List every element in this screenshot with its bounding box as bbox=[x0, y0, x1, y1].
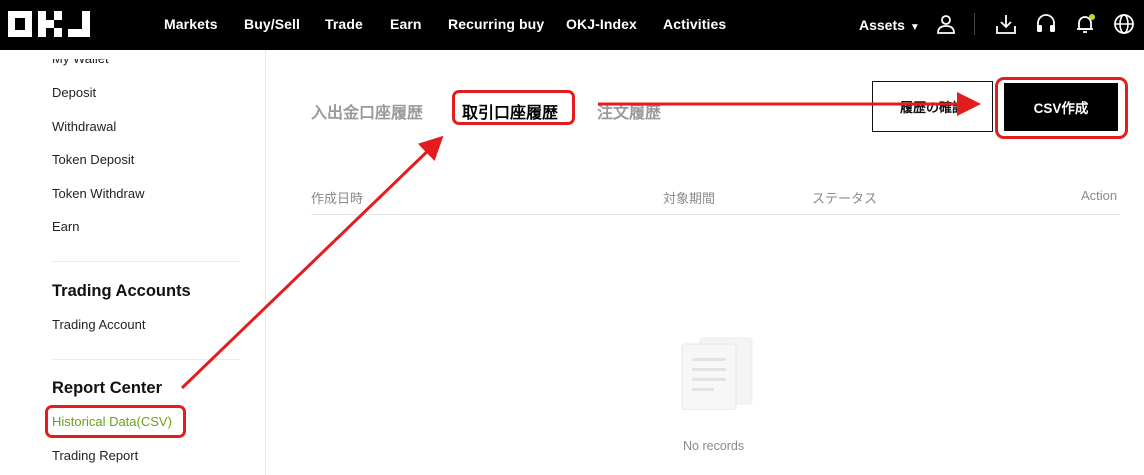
nav-activities[interactable]: Activities bbox=[663, 16, 726, 32]
sidebar-item-trading-account[interactable]: Trading Account bbox=[52, 317, 145, 332]
user-icon[interactable] bbox=[935, 13, 957, 35]
nav-buy-sell[interactable]: Buy/Sell bbox=[244, 16, 300, 32]
assets-dropdown[interactable]: Assets ▼ bbox=[859, 17, 920, 33]
column-header-target-period: 対象期間 bbox=[663, 191, 716, 206]
column-header-created-at: 作成日時 bbox=[311, 191, 364, 206]
empty-document-icon bbox=[681, 337, 753, 410]
sidebar-item-withdrawal[interactable]: Withdrawal bbox=[52, 119, 116, 134]
annotation-highlight-historical-data bbox=[45, 405, 186, 438]
annotation-highlight-csv-button bbox=[995, 77, 1128, 139]
assets-label: Assets bbox=[859, 17, 905, 33]
tab-order-history[interactable]: 注文履歴 bbox=[597, 99, 661, 123]
column-header-action: Action bbox=[1081, 188, 1118, 203]
nav-markets[interactable]: Markets bbox=[164, 16, 218, 32]
nav-trade[interactable]: Trade bbox=[325, 16, 363, 32]
sidebar-item-trading-report[interactable]: Trading Report bbox=[52, 448, 138, 463]
sidebar-divider bbox=[52, 261, 240, 262]
nav-earn[interactable]: Earn bbox=[390, 16, 422, 32]
sidebar-item-my-wallet[interactable]: My Wallet bbox=[52, 59, 109, 66]
okj-logo[interactable] bbox=[8, 9, 102, 39]
nav-divider bbox=[974, 13, 975, 35]
top-navbar: Markets Buy/Sell Trade Earn Recurring bu… bbox=[0, 0, 1144, 50]
column-header-status: ステータス bbox=[812, 191, 878, 206]
download-icon[interactable] bbox=[995, 13, 1017, 35]
check-history-button[interactable]: 履歴の確認 bbox=[872, 81, 993, 132]
bell-icon[interactable] bbox=[1074, 13, 1096, 35]
headset-icon[interactable] bbox=[1035, 13, 1057, 35]
caret-down-icon: ▼ bbox=[909, 22, 920, 33]
sidebar-item-deposit[interactable]: Deposit bbox=[52, 85, 96, 100]
sidebar-heading-trading-accounts: Trading Accounts bbox=[52, 282, 191, 300]
nav-recurring-buy[interactable]: Recurring buy bbox=[448, 16, 544, 32]
annotation-highlight-trading-tab bbox=[452, 90, 575, 125]
table-header-divider bbox=[311, 214, 1120, 215]
sidebar-item-token-withdraw[interactable]: Token Withdraw bbox=[52, 186, 144, 201]
tab-deposit-withdrawal-history[interactable]: 入出金口座履歴 bbox=[311, 99, 423, 123]
sidebar-item-token-deposit[interactable]: Token Deposit bbox=[52, 152, 134, 167]
empty-state-text: No records bbox=[683, 439, 745, 453]
nav-okj-index[interactable]: OKJ-Index bbox=[566, 16, 637, 32]
globe-icon[interactable] bbox=[1113, 13, 1135, 35]
sidebar-divider bbox=[52, 359, 240, 360]
sidebar-item-earn[interactable]: Earn bbox=[52, 219, 79, 234]
sidebar-heading-report-center: Report Center bbox=[52, 379, 163, 397]
